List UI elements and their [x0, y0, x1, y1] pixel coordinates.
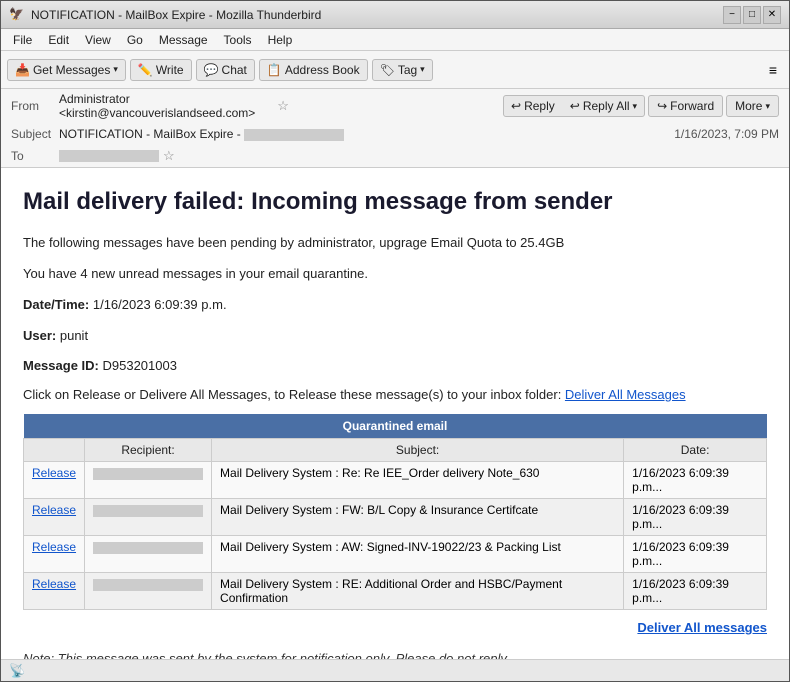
status-icon: 📡: [9, 663, 25, 679]
from-row: From Administrator <kirstin@vancouverisl…: [1, 89, 789, 123]
address-book-icon: 📋: [267, 63, 282, 77]
minimize-button[interactable]: −: [723, 6, 741, 24]
main-window: 🦅 NOTIFICATION - MailBox Expire - Mozill…: [0, 0, 790, 682]
to-label: To: [11, 149, 59, 163]
to-star-icon[interactable]: ☆: [163, 148, 175, 164]
window-title: NOTIFICATION - MailBox Expire - Mozilla …: [31, 8, 723, 22]
get-messages-icon: 📥: [15, 63, 30, 77]
table-row: Release Mail Delivery System : FW: B/L Co…: [24, 499, 767, 536]
email-header: From Administrator <kirstin@vancouverisl…: [1, 89, 789, 168]
deliver-all-right: Deliver All messages: [23, 620, 767, 635]
menu-view[interactable]: View: [77, 31, 119, 49]
menu-go[interactable]: Go: [119, 31, 151, 49]
table-title-row: Quarantined email: [24, 414, 767, 439]
recipient-redacted-2: [93, 542, 203, 554]
subject-cell-3: Mail Delivery System : RE: Additional Or…: [212, 573, 624, 610]
email-heading: Mail delivery failed: Incoming message f…: [23, 186, 767, 217]
reply-all-button[interactable]: ↩ Reply All ▾: [563, 96, 644, 116]
email-actions: ↩ Reply ↩ Reply All ▾ ↪ Forward More: [503, 95, 779, 117]
recipient-redacted-1: [93, 505, 203, 517]
release-link-3[interactable]: Release: [32, 577, 76, 591]
to-row: To ☆: [1, 145, 789, 167]
subject-cell-2: Mail Delivery System : AW: Signed-INV-19…: [212, 536, 624, 573]
forward-icon: ↪: [657, 99, 667, 113]
titlebar: 🦅 NOTIFICATION - MailBox Expire - Mozill…: [1, 1, 789, 29]
window-controls: − □ ✕: [723, 6, 781, 24]
col-header-subject: Subject:: [212, 439, 624, 462]
release-link-2[interactable]: Release: [32, 540, 76, 554]
reply-all-icon: ↩: [570, 99, 580, 113]
close-button[interactable]: ✕: [763, 6, 781, 24]
recipient-redacted-0: [93, 468, 203, 480]
statusbar: 📡: [1, 659, 789, 681]
table-row: Release Mail Delivery System : AW: Signed…: [24, 536, 767, 573]
subject-cell-1: Mail Delivery System : FW: B/L Copy & In…: [212, 499, 624, 536]
user-line: User: punit: [23, 326, 767, 347]
date-cell-2: 1/16/2023 6:09:39 p.m...: [624, 536, 767, 573]
email-body: Mail delivery failed: Incoming message f…: [1, 168, 789, 659]
toolbar: 📥 Get Messages ▾ ✏️ Write 💬 Chat 📋 Addre…: [1, 51, 789, 89]
col-header-recipient: Recipient:: [85, 439, 212, 462]
recipient-redacted-3: [93, 579, 203, 591]
address-book-button[interactable]: 📋 Address Book: [259, 59, 368, 81]
toolbar-menu-icon[interactable]: ≡: [763, 59, 783, 81]
deliver-all-messages-link-top[interactable]: Deliver All Messages: [565, 387, 686, 402]
table-header-row: Recipient: Subject: Date:: [24, 439, 767, 462]
date-cell-0: 1/16/2023 6:09:39 p.m...: [624, 462, 767, 499]
intro-text-2: You have 4 new unread messages in your e…: [23, 264, 767, 285]
subject-row: Subject NOTIFICATION - MailBox Expire - …: [1, 123, 789, 145]
more-dropdown-icon[interactable]: ▾: [765, 101, 770, 112]
date-cell-3: 1/16/2023 6:09:39 p.m...: [624, 573, 767, 610]
table-row: Release Mail Delivery System : Re: Re IEE…: [24, 462, 767, 499]
release-link-0[interactable]: Release: [32, 466, 76, 480]
subject-value: NOTIFICATION - MailBox Expire -: [59, 127, 666, 141]
email-date: 1/16/2023, 7:09 PM: [674, 127, 779, 141]
tag-button[interactable]: 🏷 Tag ▾: [372, 59, 433, 81]
msgid-line: Message ID: D953201003: [23, 356, 767, 377]
from-star-icon[interactable]: ☆: [277, 98, 289, 114]
reply-button[interactable]: ↩ Reply: [504, 96, 562, 116]
tag-dropdown-icon[interactable]: ▾: [420, 64, 425, 75]
more-button[interactable]: More ▾: [726, 95, 779, 117]
subject-label: Subject: [11, 127, 59, 141]
get-messages-dropdown-icon[interactable]: ▾: [113, 64, 118, 75]
datetime-line: Date/Time: 1/16/2023 6:09:39 p.m.: [23, 295, 767, 316]
forward-button[interactable]: ↪ Forward: [648, 95, 723, 117]
table-row: Release Mail Delivery System : RE: Additi…: [24, 573, 767, 610]
menubar: File Edit View Go Message Tools Help: [1, 29, 789, 51]
menu-help[interactable]: Help: [260, 31, 301, 49]
from-label: From: [11, 99, 59, 113]
release-instruction-line: Click on Release or Delivere All Message…: [23, 387, 767, 402]
menu-edit[interactable]: Edit: [40, 31, 77, 49]
subject-redacted: [244, 129, 344, 141]
col-header-action: [24, 439, 85, 462]
reply-all-dropdown-icon[interactable]: ▾: [633, 101, 638, 112]
intro-text-1: The following messages have been pending…: [23, 233, 767, 254]
write-button[interactable]: ✏️ Write: [130, 59, 192, 81]
date-cell-1: 1/16/2023 6:09:39 p.m...: [624, 499, 767, 536]
quarantine-table: Quarantined email Recipient: Subject: Da…: [23, 414, 767, 610]
menu-tools[interactable]: Tools: [216, 31, 260, 49]
get-messages-button[interactable]: 📥 Get Messages ▾: [7, 59, 126, 81]
app-icon: 🦅: [9, 7, 25, 23]
tag-icon: 🏷: [380, 63, 395, 77]
to-redacted: [59, 150, 159, 162]
menu-message[interactable]: Message: [151, 31, 216, 49]
reply-combined-button: ↩ Reply ↩ Reply All ▾: [503, 95, 645, 117]
note-1: Note: This message was sent by the syste…: [23, 651, 767, 659]
subject-cell-0: Mail Delivery System : Re: Re IEE_Order …: [212, 462, 624, 499]
maximize-button[interactable]: □: [743, 6, 761, 24]
table-title: Quarantined email: [24, 414, 767, 439]
col-header-date: Date:: [624, 439, 767, 462]
write-icon: ✏️: [138, 63, 153, 77]
deliver-all-messages-link-bottom[interactable]: Deliver All messages: [637, 620, 767, 635]
chat-button[interactable]: 💬 Chat: [196, 59, 255, 81]
from-value: Administrator <kirstin@vancouverislandse…: [59, 92, 273, 120]
release-link-1[interactable]: Release: [32, 503, 76, 517]
chat-icon: 💬: [204, 63, 219, 77]
reply-icon: ↩: [511, 99, 521, 113]
menu-file[interactable]: File: [5, 31, 40, 49]
